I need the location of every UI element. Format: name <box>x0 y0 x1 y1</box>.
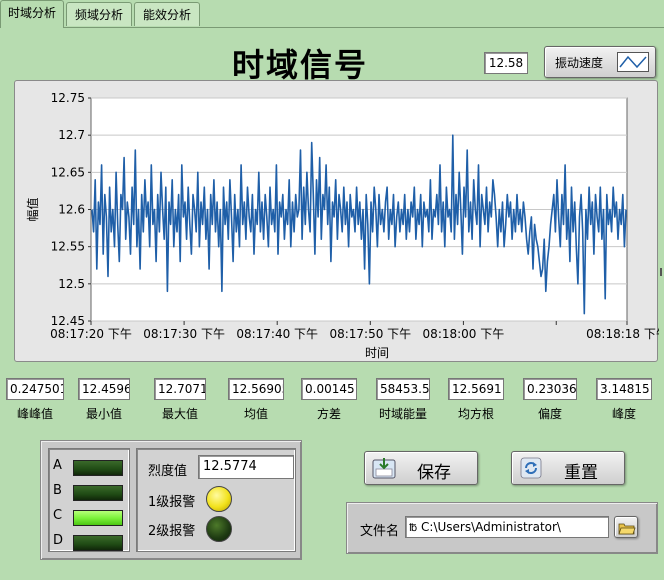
level2-alarm-indicator <box>206 516 232 542</box>
level1-alarm-indicator <box>206 486 232 512</box>
y-tick-label: 12.5 <box>58 277 85 291</box>
x-tick-label: 08:17:30 下午 <box>143 327 225 341</box>
stat-label: 偏度 <box>537 407 562 421</box>
level1-alarm-label: 1级报警 <box>148 495 196 510</box>
file-path-input[interactable]: ℔ C:\Users\Administrator\ <box>405 516 609 538</box>
y-tick-label: 12.45 <box>51 314 85 328</box>
led-label: C <box>53 508 63 523</box>
stat-label: 时域能量 <box>378 407 427 421</box>
stat-value: 58453.5 <box>376 378 430 400</box>
stat-label: 最小值 <box>85 407 122 421</box>
led-label: B <box>53 483 62 498</box>
vibration-speed-label: 振动速度 <box>555 56 604 70</box>
value-display: 12.58 <box>484 52 528 74</box>
y-tick-label: 12.7 <box>58 128 85 142</box>
intensity-value: 12.5774 <box>198 455 294 479</box>
x-axis-label: 时间 <box>365 346 389 360</box>
stat-value: 12.5691 <box>448 378 504 400</box>
stat-value: 0.23036 <box>523 378 577 400</box>
stat-label: 峰峰值 <box>16 407 53 421</box>
stat-label: 方差 <box>316 407 341 421</box>
led-indicator <box>73 485 123 501</box>
tab-frequency-analysis[interactable]: 频域分析 <box>66 2 132 26</box>
y-tick-label: 12.65 <box>51 165 85 179</box>
tab-bar: 频域分析 能效分析 时域分析 <box>0 0 664 28</box>
led-label: D <box>53 533 64 548</box>
time-domain-chart: 12.75 12.7 12.65 12.6 12.55 12.5 12.4508:17:20… <box>25 91 659 360</box>
save-label: 保存 <box>417 463 451 483</box>
tab-divider <box>0 27 664 28</box>
x-tick-label: 08:17:40 下午 <box>236 327 318 341</box>
led-indicator <box>73 510 123 526</box>
y-tick-label: 12.75 <box>51 91 85 105</box>
waveform-icon <box>617 52 649 72</box>
browse-folder-button[interactable] <box>614 516 638 538</box>
path-type-icon: ℔ <box>409 523 418 534</box>
file-path-text: C:\Users\Administrator\ <box>421 520 561 534</box>
stat-label: 峰度 <box>611 407 636 421</box>
vibration-speed-button[interactable]: 振动速度 <box>544 46 656 78</box>
level2-alarm-label: 2级报警 <box>148 524 196 539</box>
stat-value: 12.4596 <box>78 378 130 400</box>
reset-button[interactable]: 重置 <box>511 451 625 485</box>
stat-label: 均方根 <box>457 407 494 421</box>
stat-label: 最大值 <box>161 407 198 421</box>
save-button[interactable]: 保存 <box>364 451 478 485</box>
x-tick-label: 08:18:18 下午 <box>586 327 659 341</box>
stat-label: 均值 <box>243 407 268 421</box>
led-indicator <box>73 460 123 476</box>
tab-efficiency-analysis[interactable]: 能效分析 <box>134 2 200 26</box>
led-indicator <box>73 535 123 551</box>
x-tick-label: 08:18:00 下午 <box>423 327 505 341</box>
stat-value: 3.14815 <box>596 378 652 400</box>
stat-value: 0.001451 <box>301 378 357 400</box>
y-tick-label: 12.6 <box>58 203 85 217</box>
stat-value: 12.7071 <box>154 378 206 400</box>
reset-label: 重置 <box>564 463 598 483</box>
save-icon <box>372 457 396 479</box>
file-name-label: 文件名 <box>360 524 400 539</box>
y-axis-label: 幅值 <box>25 197 40 221</box>
stat-value: 0.247501 <box>6 378 64 400</box>
refresh-icon <box>520 457 542 479</box>
chart-scroll-marker <box>660 268 662 276</box>
intensity-label: 烈度值 <box>148 464 188 479</box>
tab-time-analysis[interactable]: 时域分析 <box>0 0 64 28</box>
x-tick-label: 08:17:50 下午 <box>329 327 411 341</box>
folder-icon <box>618 520 636 539</box>
led-label: A <box>53 458 62 473</box>
stat-value: 12.56905 <box>228 378 284 400</box>
x-tick-label: 08:17:20 下午 <box>50 327 132 341</box>
chart-panel: 12.75 12.7 12.65 12.6 12.55 12.5 12.45 08:17:20… <box>14 80 659 362</box>
y-tick-label: 12.55 <box>51 240 85 254</box>
